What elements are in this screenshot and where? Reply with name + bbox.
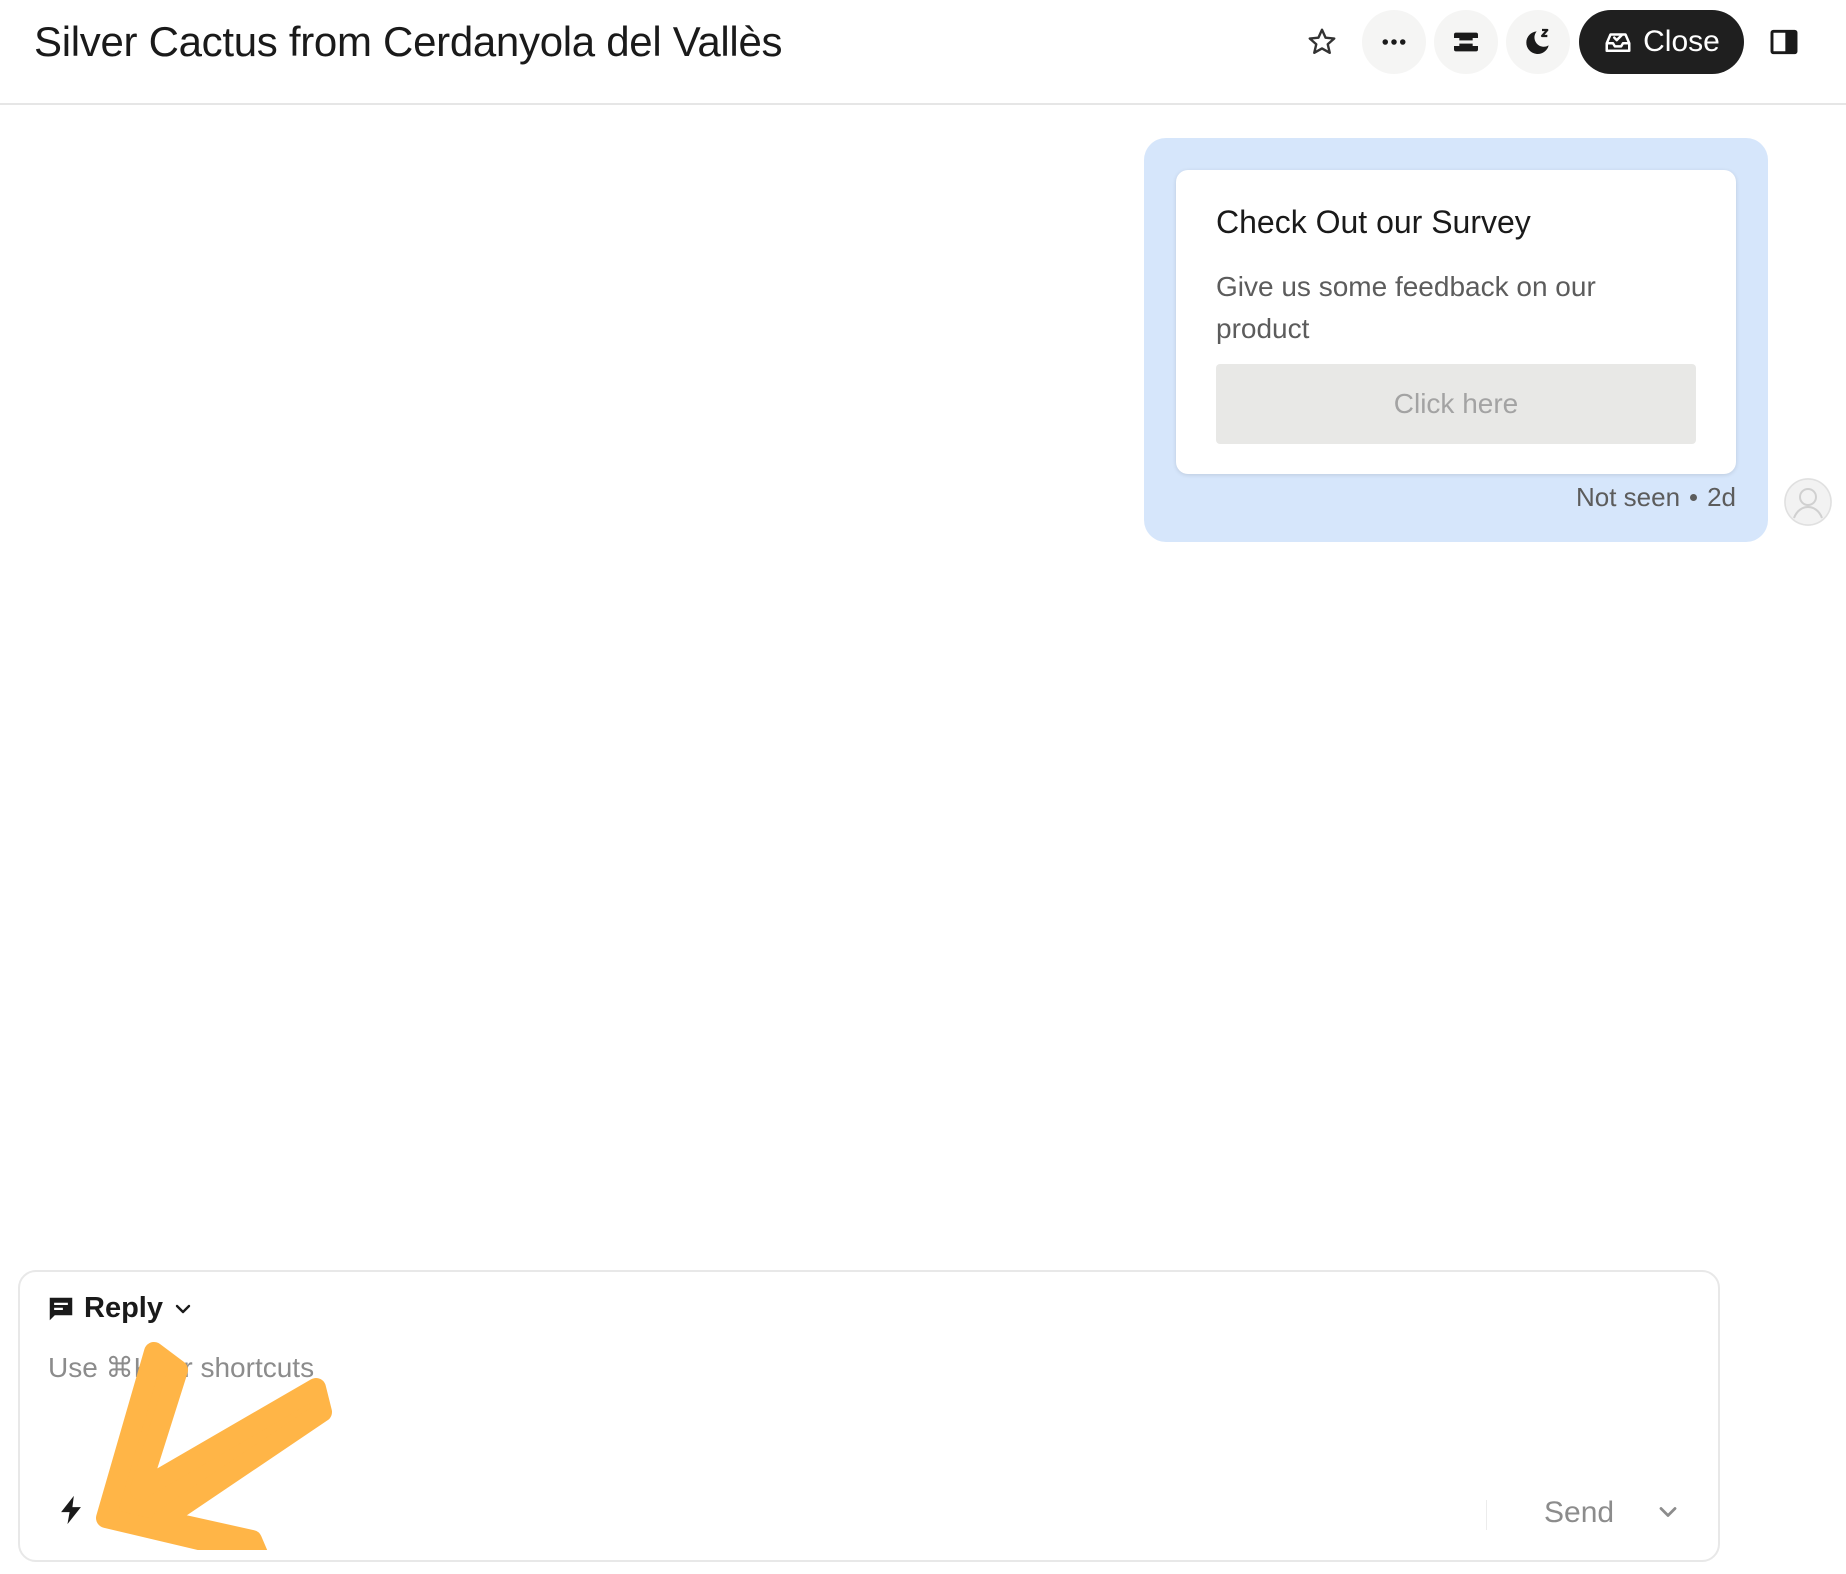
survey-card: Check Out our Survey Give us some feedba… <box>1176 170 1736 474</box>
user-avatar-icon <box>1784 478 1832 526</box>
reply-composer: Reply Send <box>18 1270 1720 1562</box>
message-time: 2d <box>1707 482 1736 512</box>
side-panel-icon <box>1770 29 1798 55</box>
close-conversation-button[interactable]: Close <box>1579 10 1744 74</box>
more-icon <box>1382 39 1406 45</box>
close-inbox-icon <box>1605 33 1631 52</box>
send-options-button[interactable] <box>1654 1498 1682 1531</box>
send-button[interactable]: Send <box>1544 1496 1614 1530</box>
star-icon <box>1308 28 1336 54</box>
survey-card-title: Check Out our Survey <box>1216 204 1531 240</box>
lightning-icon <box>61 1495 81 1525</box>
avatar <box>1784 478 1832 526</box>
message-meta: Not seen 2d <box>1576 482 1736 513</box>
reply-input[interactable] <box>48 1352 1448 1384</box>
chevron-down-icon <box>175 1304 191 1313</box>
close-button-label: Close <box>1643 25 1720 58</box>
snooze-icon <box>1526 28 1549 54</box>
meta-separator-dot <box>1690 494 1698 501</box>
conversation-title: Silver Cactus from Cerdanyola del Vallès <box>34 18 783 65</box>
more-options-button[interactable] <box>1362 10 1426 74</box>
reply-chat-icon <box>49 1297 73 1320</box>
reply-mode-dropdown[interactable]: Reply <box>46 1292 195 1325</box>
inbox-button[interactable] <box>1434 10 1498 74</box>
shortcuts-button[interactable] <box>54 1492 88 1533</box>
seen-status: Not seen <box>1576 482 1681 512</box>
snooze-button[interactable] <box>1506 10 1570 74</box>
conversation-header: Silver Cactus from Cerdanyola del Vallès <box>0 0 1846 105</box>
outgoing-message-bubble: Check Out our Survey Give us some feedba… <box>1144 138 1768 542</box>
star-button[interactable] <box>1296 16 1348 68</box>
chevron-down-icon <box>1659 1507 1677 1517</box>
reply-mode-label: Reply <box>84 1292 163 1324</box>
inbox-icon <box>1454 32 1478 52</box>
send-divider <box>1486 1500 1487 1530</box>
toggle-side-panel-button[interactable] <box>1758 16 1810 68</box>
survey-card-button[interactable]: Click here <box>1216 364 1696 444</box>
survey-card-description: Give us some feedback on our product <box>1216 271 1596 344</box>
